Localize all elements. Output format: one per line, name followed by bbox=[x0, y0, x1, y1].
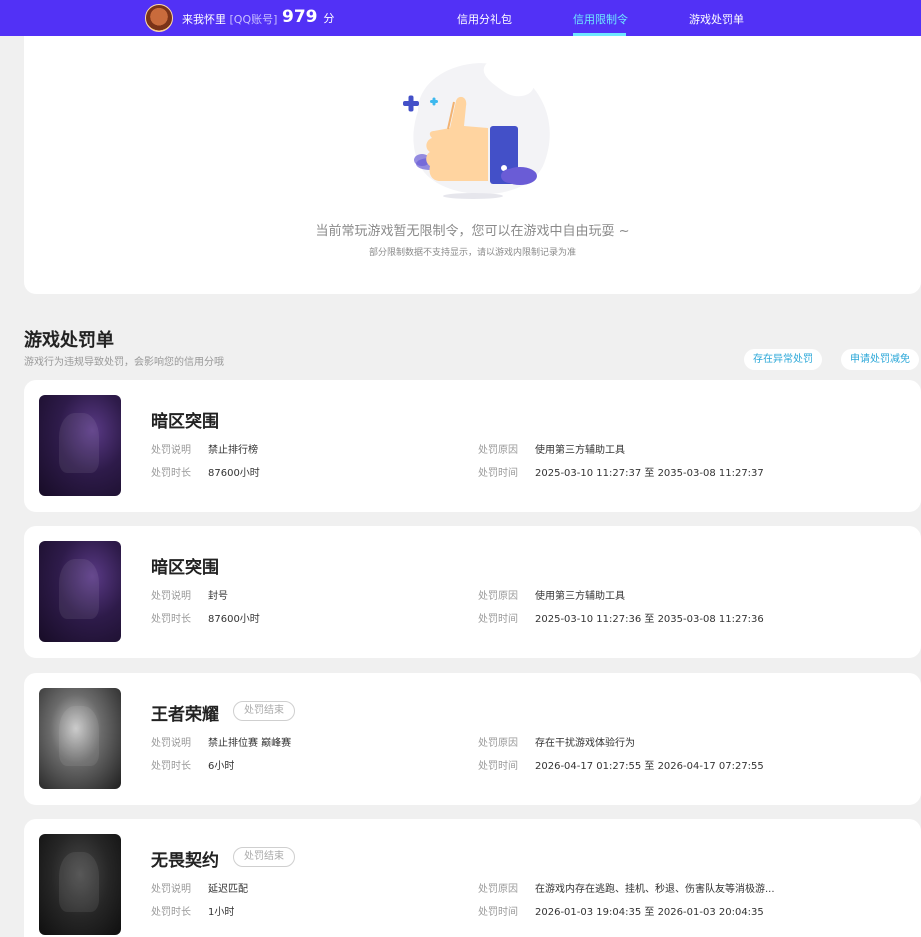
penalty-desc-value: 禁止排位赛 巅峰赛 bbox=[208, 738, 292, 749]
game-cover-image bbox=[39, 541, 121, 642]
no-restriction-message: 当前常玩游戏暂无限制令，您可以在游戏中自由玩耍 ~ bbox=[315, 224, 630, 239]
penalty-card[interactable]: 暗区突围 处罚说明 封号 处罚时长 87600小时 处罚原因 使用第三方辅助工具… bbox=[24, 526, 921, 658]
penalty-duration-value: 87600小时 bbox=[208, 468, 260, 479]
thumbs-up-icon bbox=[403, 60, 550, 199]
tab-game-penalty[interactable]: 游戏处罚单 bbox=[689, 11, 744, 27]
game-name: 无畏契约 bbox=[151, 851, 219, 871]
penalty-reason-label: 处罚原因 bbox=[478, 884, 518, 895]
username: 来我怀里 bbox=[182, 13, 226, 26]
game-name: 暗区突围 bbox=[151, 558, 219, 578]
avatar[interactable] bbox=[145, 4, 173, 32]
user-info: 来我怀里 [QQ账号] bbox=[182, 11, 277, 27]
score-unit: 分 bbox=[323, 12, 335, 25]
penalty-desc-label: 处罚说明 bbox=[151, 884, 191, 895]
penalty-reason-value: 使用第三方辅助工具 bbox=[535, 445, 625, 456]
penalty-desc-label: 处罚说明 bbox=[151, 738, 191, 749]
penalty-time-label: 处罚时间 bbox=[478, 614, 518, 625]
game-cover-image bbox=[39, 395, 121, 496]
penalty-desc-value: 禁止排行榜 bbox=[208, 445, 258, 456]
penalty-desc-value: 延迟匹配 bbox=[208, 884, 248, 895]
penalty-card[interactable]: 王者荣耀 处罚结束 处罚说明 禁止排位赛 巅峰赛 处罚时长 6小时 处罚原因 存… bbox=[24, 673, 921, 805]
penalty-reason-label: 处罚原因 bbox=[478, 738, 518, 749]
penalty-reason-value: 在游戏内存在逃跑、挂机、秒退、伤害队友等消极游... bbox=[535, 884, 775, 895]
credit-score: 979 分 bbox=[282, 7, 334, 27]
penalty-desc-label: 处罚说明 bbox=[151, 591, 191, 602]
penalty-duration-label: 处罚时长 bbox=[151, 761, 191, 772]
penalty-card[interactable]: 无畏契约 处罚结束 处罚说明 延迟匹配 处罚时长 1小时 处罚原因 在游戏内存在… bbox=[24, 819, 921, 937]
penalty-desc-value: 封号 bbox=[208, 591, 228, 602]
penalty-reason-value: 存在干扰游戏体验行为 bbox=[535, 738, 635, 749]
status-badge: 处罚结束 bbox=[233, 701, 295, 721]
restriction-note: 部分限制数据不支持显示，请以游戏内限制记录为准 bbox=[368, 248, 576, 258]
penalty-time-value: 2026-04-17 01:27:55 至 2026-04-17 07:27:5… bbox=[535, 761, 764, 772]
penalty-time-value: 2025-03-10 11:27:37 至 2035-03-08 11:27:3… bbox=[535, 468, 764, 479]
game-name: 王者荣耀 bbox=[151, 705, 219, 725]
penalty-desc-label: 处罚说明 bbox=[151, 445, 191, 456]
penalty-section-subtitle: 游戏行为违规导致处罚，会影响您的信用分哦 bbox=[24, 357, 224, 368]
game-name: 暗区突围 bbox=[151, 412, 219, 432]
penalty-reason-label: 处罚原因 bbox=[478, 445, 518, 456]
report-abnormal-penalty-button[interactable]: 存在异常处罚 bbox=[744, 349, 822, 370]
penalty-card[interactable]: 暗区突围 处罚说明 禁止排行榜 处罚时长 87600小时 处罚原因 使用第三方辅… bbox=[24, 380, 921, 512]
penalty-duration-label: 处罚时长 bbox=[151, 907, 191, 918]
penalty-duration-label: 处罚时长 bbox=[151, 468, 191, 479]
account-type: [QQ账号] bbox=[229, 13, 278, 26]
tab-credit-restriction[interactable]: 信用限制令 bbox=[573, 11, 628, 27]
apply-penalty-reduction-button[interactable]: 申请处罚减免 bbox=[841, 349, 919, 370]
penalty-duration-value: 87600小时 bbox=[208, 614, 260, 625]
tab-credit-gift[interactable]: 信用分礼包 bbox=[457, 11, 512, 27]
penalty-reason-label: 处罚原因 bbox=[478, 591, 518, 602]
game-cover-image bbox=[39, 688, 121, 789]
penalty-reason-value: 使用第三方辅助工具 bbox=[535, 591, 625, 602]
penalty-time-value: 2026-01-03 19:04:35 至 2026-01-03 20:04:3… bbox=[535, 907, 764, 918]
penalty-duration-value: 1小时 bbox=[208, 907, 235, 918]
game-cover-image bbox=[39, 834, 121, 935]
penalty-time-label: 处罚时间 bbox=[478, 761, 518, 772]
penalty-duration-label: 处罚时长 bbox=[151, 614, 191, 625]
penalty-time-label: 处罚时间 bbox=[478, 468, 518, 479]
top-nav-bar: 来我怀里 [QQ账号] 979 分 信用分礼包 信用限制令 游戏处罚单 bbox=[0, 0, 921, 36]
penalty-time-value: 2025-03-10 11:27:36 至 2035-03-08 11:27:3… bbox=[535, 614, 764, 625]
penalty-section-title: 游戏处罚单 bbox=[24, 330, 114, 351]
status-badge: 处罚结束 bbox=[233, 847, 295, 867]
penalty-duration-value: 6小时 bbox=[208, 761, 235, 772]
score-value: 979 bbox=[282, 7, 318, 27]
penalty-time-label: 处罚时间 bbox=[478, 907, 518, 918]
